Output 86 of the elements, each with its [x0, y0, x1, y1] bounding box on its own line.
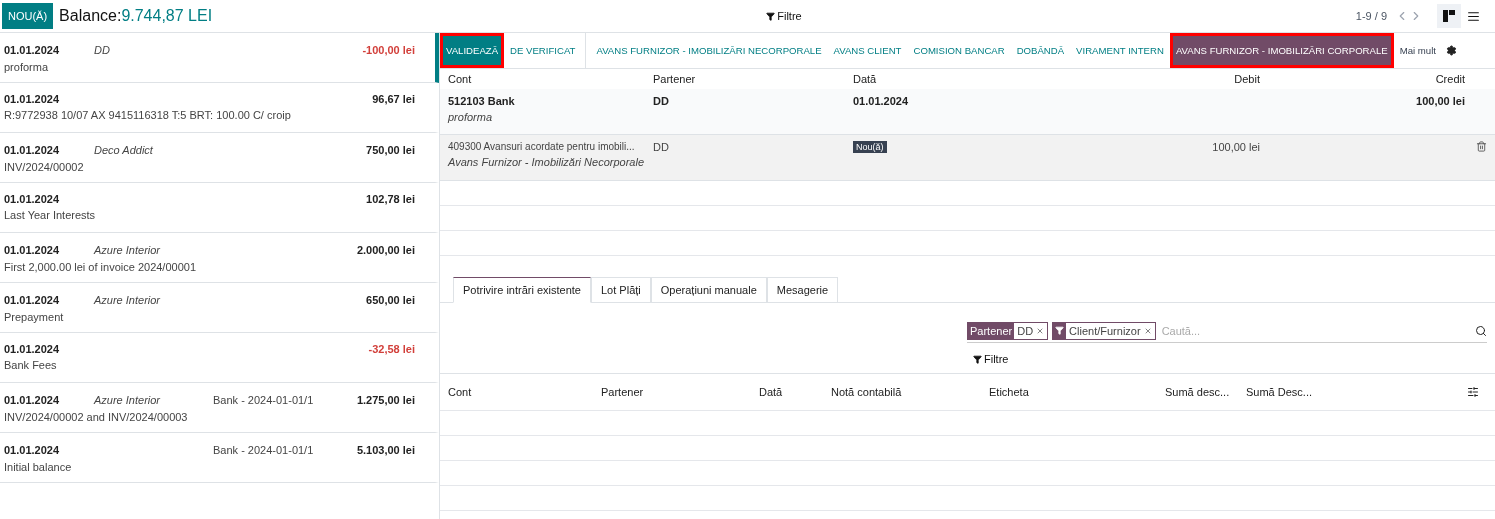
line-date: 01.01.2024	[853, 95, 909, 107]
partner-name: DD	[653, 95, 669, 107]
status-badge: Nou(ă)	[853, 141, 887, 153]
column-header: Partener	[653, 73, 697, 85]
new-button[interactable]: NOU(Ă)	[2, 3, 54, 29]
transaction-label: First 2,000.00 lei of invoice 2024/00001	[4, 261, 198, 273]
account-note: Avans Furnizor - Imobilizări Necorporale	[448, 156, 645, 168]
column-header: Partener	[601, 386, 645, 398]
filter-facet[interactable]: Client/Furnizor	[1052, 321, 1156, 340]
column-header: Debit	[1233, 73, 1260, 85]
transaction-amount: 96,67 lei	[372, 93, 415, 105]
transaction-date: 01.01.2024	[4, 93, 61, 105]
action-button[interactable]: VIRAMENT INTERN	[1070, 33, 1170, 68]
action-button[interactable]: DE VERIFICAT	[504, 33, 582, 68]
transaction-label: R:9772938 10/07 AX 9415116318 T:5 BRT: 100.00 C/ croip	[4, 109, 292, 121]
transaction-label: proforma	[4, 61, 50, 73]
column-header: Sumă desc...	[1165, 386, 1231, 398]
account-note: proforma	[448, 111, 493, 123]
partner-name: DD	[653, 141, 669, 153]
transaction-date: 01.01.2024	[4, 193, 61, 205]
transaction-card[interactable]: 01.01.2024 Bank - 2024-01-01/1 5.103,00 lei Initial balance	[0, 433, 439, 483]
transaction-partner: DD	[94, 44, 110, 56]
column-header: Cont	[448, 73, 473, 85]
pager-text: 1-9 / 9	[1355, 10, 1387, 22]
transaction-card[interactable]: 01.01.2024 96,67 lei R:9772938 10/07 AX 9415116318 T:5 BRT: 100.00 C/ croip	[0, 83, 439, 133]
transaction-label: Last Year Interests	[4, 209, 97, 221]
tab[interactable]: Operațiuni manuale	[650, 277, 767, 303]
action-button[interactable]: DOBÂNDĂ	[1010, 33, 1071, 68]
transaction-amount: 102,78 lei	[366, 193, 415, 205]
transaction-date: 01.01.2024	[4, 444, 61, 456]
transaction-amount: 750,00 lei	[366, 144, 415, 156]
transaction-date: 01.01.2024	[4, 144, 61, 156]
transaction-label: INV/2024/00002 and INV/2024/00003	[4, 411, 189, 423]
balance-value: 9.744,87 LEI	[121, 7, 213, 25]
search-field[interactable]: Partener DD Client/Furnizor Caută...	[967, 319, 1487, 343]
transaction-label: Initial balance	[4, 461, 73, 473]
column-header: Dată	[759, 386, 784, 398]
transaction-partner: Azure Interior	[94, 394, 161, 406]
transaction-label: INV/2024/00002	[4, 161, 85, 173]
transaction-card[interactable]: 01.01.2024 Azure Interior Bank - 2024-01-01/1 1.275,00 lei INV/2024/00002 and INV/2024/00003	[0, 383, 439, 433]
transaction-partner: Azure Interior	[94, 244, 161, 256]
transaction-amount: -100,00 lei	[362, 44, 415, 56]
transaction-label: Prepayment	[4, 311, 65, 323]
more-button[interactable]: Mai mult	[1393, 33, 1442, 68]
column-header: Credit	[1434, 73, 1465, 85]
transaction-amount: 2.000,00 lei	[356, 244, 415, 256]
transaction-amount: 5.103,00 lei	[356, 444, 415, 456]
action-button[interactable]: VALIDEAZĂ	[440, 33, 505, 68]
transaction-card[interactable]: 01.01.2024 -32,58 lei Bank Fees	[0, 333, 439, 383]
transaction-date: 01.01.2024	[4, 294, 61, 306]
transaction-amount: -32,58 lei	[368, 343, 415, 355]
filter-button[interactable]: Filtre	[973, 353, 1009, 365]
filter-button[interactable]: Filtre	[766, 10, 802, 22]
transaction-date: 01.01.2024	[4, 343, 61, 355]
column-header: Eticheta	[989, 386, 1030, 398]
transaction-card[interactable]: 01.01.2024 102,78 lei Last Year Interests	[0, 183, 439, 233]
transaction-card[interactable]: 01.01.2024 Deco Addict 750,00 lei INV/2024/00002	[0, 133, 439, 183]
transaction-reference: Bank - 2024-01-01/1	[213, 444, 314, 456]
debit-amount: 100,00 lei	[1212, 141, 1260, 153]
transaction-amount: 1.275,00 lei	[356, 394, 415, 406]
tab[interactable]: Mesagerie	[766, 277, 839, 303]
transaction-partner: Azure Interior	[94, 294, 161, 306]
account-name: 512103 Bank	[448, 95, 515, 107]
tab[interactable]: Lot Plăți	[591, 277, 651, 303]
tab[interactable]: Potrivire intrări existente	[453, 277, 591, 303]
account-name: 409300 Avansuri acordate pentru imobili...	[448, 141, 635, 152]
transaction-date: 01.01.2024	[4, 44, 61, 56]
action-button[interactable]: AVANS FURNIZOR - IMOBILIZĂRI CORPORALE	[1169, 33, 1394, 68]
transaction-card[interactable]: 01.01.2024 Azure Interior 2.000,00 lei First 2,000.00 lei of invoice 2024/00001	[0, 233, 439, 283]
transaction-amount: 650,00 lei	[366, 294, 415, 306]
column-header: Notă contabilă	[831, 386, 903, 398]
transaction-partner: Deco Addict	[94, 144, 153, 156]
balance-label: Balance:	[59, 7, 122, 25]
action-button[interactable]: AVANS CLIENT	[827, 33, 908, 68]
column-header: Dată	[853, 73, 878, 85]
transaction-date: 01.01.2024	[4, 244, 61, 256]
action-button[interactable]: AVANS FURNIZOR - IMOBILIZĂRI NECORPORALE	[590, 33, 828, 68]
column-header: Sumă Desc...	[1246, 386, 1314, 398]
column-header: Cont	[448, 386, 473, 398]
transaction-date: 01.01.2024	[4, 394, 61, 406]
transaction-reference: Bank - 2024-01-01/1	[213, 394, 314, 406]
action-button[interactable]: COMISION BANCAR	[907, 33, 1011, 68]
filter-facet[interactable]: Partener DD	[967, 321, 1049, 340]
transaction-label: Bank Fees	[4, 359, 58, 371]
credit-amount: 100,00 lei	[1416, 95, 1465, 107]
transaction-card[interactable]: 01.01.2024 Azure Interior 650,00 lei Prepayment	[0, 283, 439, 333]
